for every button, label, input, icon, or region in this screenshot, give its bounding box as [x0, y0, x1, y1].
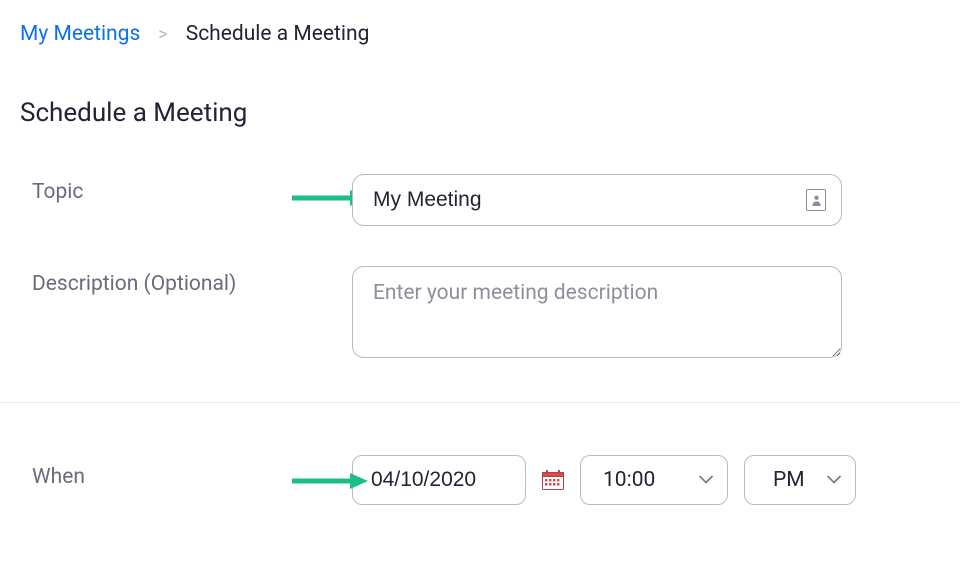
chevron-down-icon: [699, 476, 713, 485]
time-select[interactable]: 10:00: [580, 455, 728, 505]
breadcrumb-current: Schedule a Meeting: [186, 22, 370, 46]
section-divider: [0, 402, 960, 403]
row-when: When 10:0: [32, 455, 928, 505]
date-input[interactable]: [352, 455, 526, 505]
time-select-value: 10:00: [603, 468, 655, 492]
page-title: Schedule a Meeting: [20, 98, 940, 128]
breadcrumb-link-my-meetings[interactable]: My Meetings: [20, 22, 140, 46]
annotation-arrow-icon: [290, 471, 368, 491]
description-textarea[interactable]: [352, 266, 842, 358]
row-description: Description (Optional): [32, 266, 928, 358]
ampm-select[interactable]: PM: [744, 455, 856, 505]
ampm-select-value: PM: [773, 468, 805, 492]
label-description: Description (Optional): [32, 266, 352, 296]
calendar-icon[interactable]: [542, 470, 564, 490]
row-topic: Topic: [32, 174, 928, 226]
breadcrumb: My Meetings > Schedule a Meeting: [20, 22, 940, 46]
breadcrumb-separator-icon: >: [158, 24, 167, 45]
chevron-down-icon: [827, 476, 841, 485]
topic-input[interactable]: [352, 174, 842, 226]
